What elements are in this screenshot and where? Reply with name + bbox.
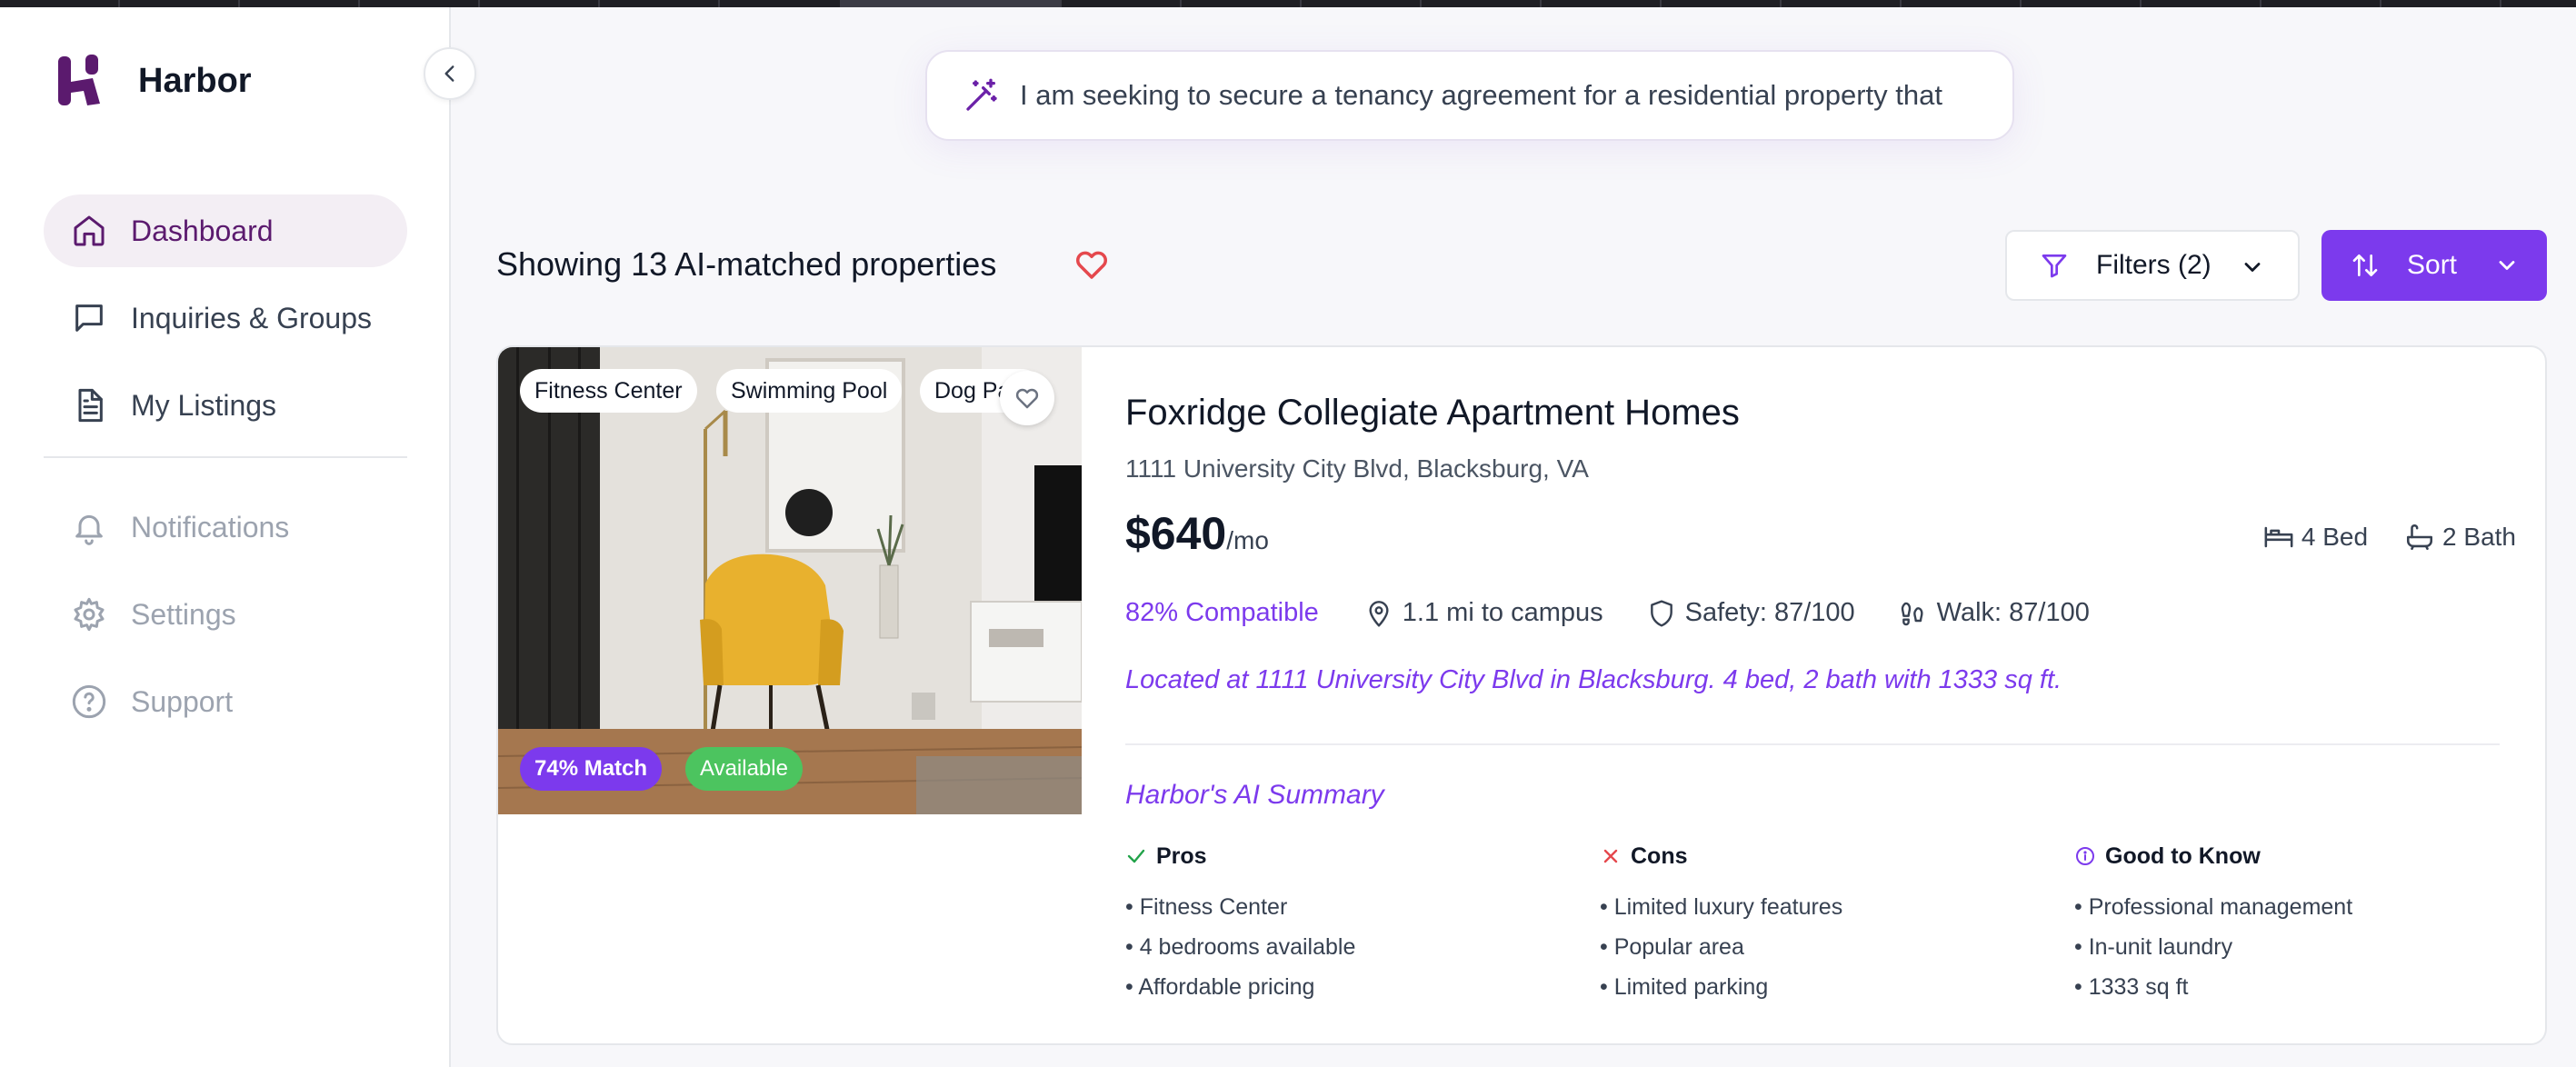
ai-summary-title: Harbor's AI Summary <box>1125 780 1384 810</box>
pros-title: Pros <box>1156 843 1207 869</box>
pros-header: Pros <box>1125 842 1562 871</box>
list-item: • Popular area <box>1600 934 1744 960</box>
safety-text: Safety: 87/100 <box>1684 598 1855 627</box>
list-item: • 1333 sq ft <box>2074 974 2189 1000</box>
sidebar-item-support[interactable]: Support <box>44 665 407 738</box>
bed-count: 4 Bed <box>2301 523 2369 551</box>
brand[interactable]: Harbor <box>56 53 252 109</box>
chat-icon <box>75 304 103 332</box>
pros-list: • Fitness Center • 4 bedrooms available … <box>1125 892 1562 1012</box>
sidebar-nav: Dashboard Inquiries & Groups My Listings… <box>44 194 407 753</box>
status-badge: Available <box>685 747 803 791</box>
distance-text: 1.1 mi to campus <box>1402 598 1603 627</box>
property-price: $640/mo <box>1125 507 1269 560</box>
list-item: • 4 bedrooms available <box>1125 934 1356 960</box>
sidebar-item-label: Dashboard <box>131 214 274 247</box>
top-window-strip <box>0 0 2576 7</box>
list-item: • Limited luxury features <box>1600 894 1843 920</box>
bed-icon <box>2264 526 2293 548</box>
walk-stat: Walk: 87/100 <box>1899 598 2090 628</box>
cons-title: Cons <box>1631 843 1688 869</box>
close-icon <box>1603 849 1618 863</box>
living-room-photo <box>498 347 1082 814</box>
list-item: • Affordable pricing <box>1125 974 1315 1000</box>
chevron-left-icon <box>444 65 454 82</box>
property-title[interactable]: Foxridge Collegiate Apartment Homes <box>1125 393 1740 434</box>
list-item: • Fitness Center <box>1125 894 1288 920</box>
cons-header: Cons <box>1600 842 2036 871</box>
list-item: • Professional management <box>2074 894 2353 920</box>
good-to-know-header: Good to Know <box>2074 842 2511 871</box>
sort-button[interactable]: Sort <box>2321 230 2547 301</box>
sidebar: Harbor Dashboard Inquiries & Groups My L… <box>0 7 451 1067</box>
document-icon <box>78 388 103 423</box>
sidebar-divider <box>44 456 407 458</box>
results-count-title: Showing 13 AI-matched properties <box>496 245 997 283</box>
sidebar-item-label: My Listings <box>131 388 277 422</box>
sidebar-item-settings[interactable]: Settings <box>44 578 407 651</box>
brand-name: Harbor <box>138 61 252 100</box>
filters-label: Filters (2) <box>2096 250 2212 280</box>
sidebar-item-label: Settings <box>131 597 236 631</box>
pros-column: Pros • Fitness Center • 4 bedrooms avail… <box>1125 842 1562 1012</box>
good-to-know-column: Good to Know • Professional management •… <box>2074 842 2511 1012</box>
compatibility-score: 82% Compatible <box>1125 598 1319 627</box>
sort-label: Sort <box>2407 250 2458 280</box>
sidebar-item-label: Inquiries & Groups <box>131 301 373 334</box>
magic-wand-icon <box>966 78 997 111</box>
shield-icon <box>1650 599 1672 627</box>
harbor-logo-icon <box>58 55 100 105</box>
amenity-chip: Swimming Pool <box>716 369 903 413</box>
sidebar-item-dashboard[interactable]: Dashboard <box>44 194 407 267</box>
help-circle-icon <box>72 684 106 719</box>
sidebar-item-notifications[interactable]: Notifications <box>44 491 407 563</box>
ai-search-bar[interactable]: I am seeking to secure a tenancy agreeme… <box>925 50 2014 141</box>
good-to-know-list: • Professional management • In-unit laun… <box>2074 892 2511 1012</box>
property-description: Located at 1111 University City Blvd in … <box>1125 665 2062 694</box>
distance-stat: 1.1 mi to campus <box>1364 598 1603 628</box>
footprints-icon <box>1901 602 1923 625</box>
bell-icon <box>75 514 103 545</box>
chevron-down-icon <box>2244 263 2261 272</box>
safety-stat: Safety: 87/100 <box>1647 598 1855 628</box>
check-icon <box>1127 849 1145 863</box>
bath-icon <box>2407 524 2433 551</box>
filters-button[interactable]: Filters (2) <box>2005 230 2300 301</box>
property-photo[interactable]: Fitness Center Swimming Pool Dog Park 74… <box>498 347 1082 814</box>
list-item: • In-unit laundry <box>2074 934 2233 960</box>
save-favorite-button[interactable] <box>1000 371 1054 425</box>
sidebar-item-label: Notifications <box>131 510 290 543</box>
walk-text: Walk: 87/100 <box>1936 598 2090 627</box>
heart-icon <box>1015 388 1039 409</box>
match-badge: 74% Match <box>520 747 663 791</box>
property-card[interactable]: Fitness Center Swimming Pool Dog Park 74… <box>496 345 2547 1045</box>
property-address: 1111 University City Blvd, Blacksburg, V… <box>1125 454 1589 483</box>
sidebar-item-inquiries[interactable]: Inquiries & Groups <box>44 282 407 354</box>
cons-list: • Limited luxury features • Popular area… <box>1600 892 2036 1012</box>
home-icon <box>74 215 105 246</box>
property-stats: 82% Compatible 1.1 mi to campus Safety: … <box>1125 598 2133 628</box>
gear-icon <box>74 597 105 632</box>
list-item: • Limited parking <box>1600 974 1769 1000</box>
heart-icon[interactable] <box>1073 245 1111 284</box>
section-divider <box>1125 743 2500 745</box>
sidebar-item-my-listings[interactable]: My Listings <box>44 369 407 442</box>
cons-column: Cons • Limited luxury features • Popular… <box>1600 842 2036 1012</box>
collapse-sidebar-button[interactable] <box>424 47 476 100</box>
price-unit: /mo <box>1226 526 1269 554</box>
price-amount: $640 <box>1125 508 1227 559</box>
amenity-chip: Fitness Center <box>520 369 697 413</box>
sort-arrows-icon <box>2352 254 2378 276</box>
filter-icon <box>2042 254 2067 278</box>
sidebar-item-label: Support <box>131 684 234 718</box>
search-query-text: I am seeking to secure a tenancy agreeme… <box>1020 79 1942 111</box>
good-to-know-title: Good to Know <box>2105 843 2261 869</box>
chevron-down-icon <box>2499 261 2515 270</box>
bed-bath-info: 4 Bed 2 Bath <box>2263 522 2516 553</box>
info-icon <box>2076 847 2094 865</box>
bath-count: 2 Bath <box>2442 523 2516 551</box>
map-pin-icon <box>1369 600 1389 627</box>
